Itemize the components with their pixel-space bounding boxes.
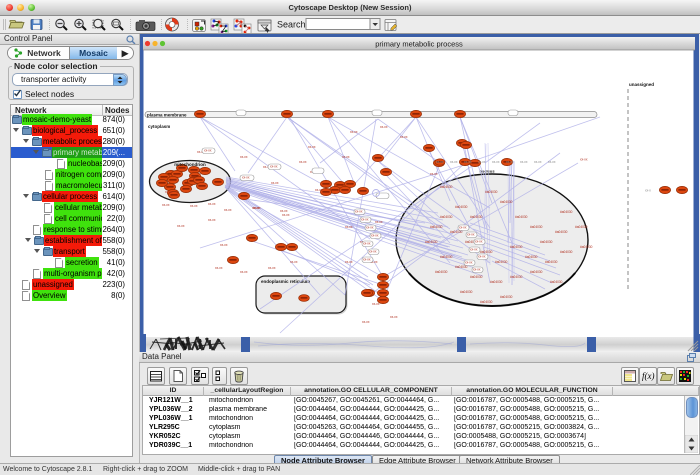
svg-text:xx-xx: xx-xx <box>506 160 514 164</box>
svg-text:xx-xx: xx-xx <box>363 242 371 246</box>
svg-text:xx-xx: xx-xx <box>350 130 358 134</box>
svg-text:#a04030: #a04030 <box>470 215 483 219</box>
svg-text:xx-xx: xx-xx <box>372 302 380 306</box>
svg-text:xx-xx: xx-xx <box>436 160 444 164</box>
svg-text:xx-xx: xx-xx <box>342 155 350 159</box>
svg-text:#a04030: #a04030 <box>510 245 523 249</box>
svg-text:cytoplasm: cytoplasm <box>148 124 170 129</box>
svg-text:xx-xx: xx-xx <box>220 243 228 247</box>
svg-text:#a04030: #a04030 <box>485 190 498 194</box>
svg-text:Search:: Search: <box>277 20 308 30</box>
svg-text:xx-xx: xx-xx <box>204 149 212 153</box>
svg-text:#a04030: #a04030 <box>425 240 438 244</box>
svg-text:#a04030: #a04030 <box>560 250 573 254</box>
svg-text:xx-xx: xx-xx <box>459 226 467 230</box>
svg-text:#a04030: #a04030 <box>480 300 493 304</box>
svg-text:xx-xx: xx-xx <box>177 224 185 228</box>
svg-text:#a04030: #a04030 <box>510 275 523 279</box>
svg-text:#a04030: #a04030 <box>575 225 588 229</box>
svg-text:xx-xx: xx-xx <box>473 268 481 272</box>
svg-text:xx-xx: xx-xx <box>361 218 369 222</box>
svg-text:mitochondrion: mitochondrion <box>174 162 206 167</box>
svg-text:xx-xx: xx-xx <box>380 125 388 129</box>
svg-text:xx-xx: xx-xx <box>475 240 483 244</box>
svg-text:#a04030: #a04030 <box>525 255 538 259</box>
svg-text:xx-xx: xx-xx <box>363 258 371 262</box>
svg-text:xx-xx: xx-xx <box>268 266 276 270</box>
svg-text:xx-xx: xx-xx <box>308 145 316 149</box>
svg-text:xx-xx: xx-xx <box>315 188 323 192</box>
svg-text:xx-xx: xx-xx <box>345 225 353 229</box>
svg-text:xx-xx: xx-xx <box>467 233 475 237</box>
svg-text:f(x): f(x) <box>642 371 655 381</box>
svg-text:xx-xx: xx-xx <box>362 320 370 324</box>
svg-text:#a04030: #a04030 <box>540 240 553 244</box>
svg-text:xx-xx: xx-xx <box>478 255 486 259</box>
svg-text:xx-xx: xx-xx <box>271 181 279 185</box>
svg-text:xx-xx: xx-xx <box>190 204 198 208</box>
svg-text:xx-xx: xx-xx <box>470 248 478 252</box>
svg-text:xx-xx: xx-xx <box>465 261 473 265</box>
svg-text:#a04030: #a04030 <box>515 215 528 219</box>
svg-text:#a04030: #a04030 <box>530 225 543 229</box>
svg-text:xx-xx: xx-xx <box>253 206 261 210</box>
svg-text:#a04030: #a04030 <box>500 295 513 299</box>
svg-text:#a04030: #a04030 <box>440 215 453 219</box>
svg-text:#a04030: #a04030 <box>500 200 513 204</box>
svg-text:xx-xx: xx-xx <box>492 160 500 164</box>
svg-text:#a04030: #a04030 <box>495 260 508 264</box>
svg-text:xx-xx: xx-xx <box>270 165 278 169</box>
svg-text:#a04030: #a04030 <box>440 185 453 189</box>
svg-text:#a04030: #a04030 <box>470 275 483 279</box>
svg-text:#a04030: #a04030 <box>550 280 563 284</box>
svg-text:xx-xx: xx-xx <box>371 234 379 238</box>
svg-text:#a04030: #a04030 <box>560 210 573 214</box>
svg-text:xx-xx: xx-xx <box>299 160 307 164</box>
svg-text:unassigned: unassigned <box>629 82 654 87</box>
svg-text:plasma membrane: plasma membrane <box>147 113 187 118</box>
svg-text:#a04030: #a04030 <box>555 230 568 234</box>
svg-text:xx-xx: xx-xx <box>165 190 173 194</box>
svg-text:#a04030: #a04030 <box>490 280 503 284</box>
svg-text:xx-xx: xx-xx <box>208 202 216 206</box>
svg-text:xx-xx: xx-xx <box>400 135 408 139</box>
svg-text:xx-xx: xx-xx <box>548 160 556 164</box>
svg-text:xx-xx: xx-xx <box>162 203 170 207</box>
svg-text:#a04030: #a04030 <box>440 255 453 259</box>
svg-text:xx-xx: xx-xx <box>290 260 298 264</box>
svg-text:#a04030: #a04030 <box>460 290 473 294</box>
svg-text:#a04030: #a04030 <box>480 250 493 254</box>
svg-text:#a04030: #a04030 <box>435 270 448 274</box>
svg-text:xx-xx: xx-xx <box>464 160 472 164</box>
svg-text:xx-xx: xx-xx <box>240 270 248 274</box>
svg-text:xx-xx: xx-xx <box>215 266 223 270</box>
svg-text:xx-xx: xx-xx <box>580 158 588 162</box>
svg-text:xx-xx: xx-xx <box>450 160 458 164</box>
svg-text:#a04030: #a04030 <box>430 225 443 229</box>
svg-text:#a04030: #a04030 <box>580 245 593 249</box>
svg-text:xx-xx: xx-xx <box>430 172 438 176</box>
svg-text:#a04030: #a04030 <box>455 205 468 209</box>
svg-text:xx-xx: xx-xx <box>282 213 290 217</box>
svg-text:xx-xx: xx-xx <box>375 220 383 224</box>
svg-text:xx-xx: xx-xx <box>224 208 232 212</box>
svg-text:#a04030: #a04030 <box>530 270 543 274</box>
svg-text:xx-xx: xx-xx <box>345 260 353 264</box>
svg-text:xx-xx: xx-xx <box>355 210 363 214</box>
svg-text:xx-xx: xx-xx <box>240 155 248 159</box>
svg-text:xx-xx: xx-xx <box>369 250 377 254</box>
svg-text:xx-xx: xx-xx <box>208 218 216 222</box>
svg-text:#a04030: #a04030 <box>545 260 558 264</box>
svg-text:xx-xx: xx-xx <box>534 160 542 164</box>
svg-text:xx-xx: xx-xx <box>366 226 374 230</box>
svg-text:xx-xx: xx-xx <box>390 315 398 319</box>
svg-text:xx-xx: xx-xx <box>478 160 486 164</box>
svg-text:xx-xx: xx-xx <box>242 176 250 180</box>
svg-text:xx-xx: xx-xx <box>520 160 528 164</box>
svg-text:xx-x: xx-x <box>645 189 651 193</box>
svg-text:primary metabolic process: primary metabolic process <box>375 40 463 49</box>
